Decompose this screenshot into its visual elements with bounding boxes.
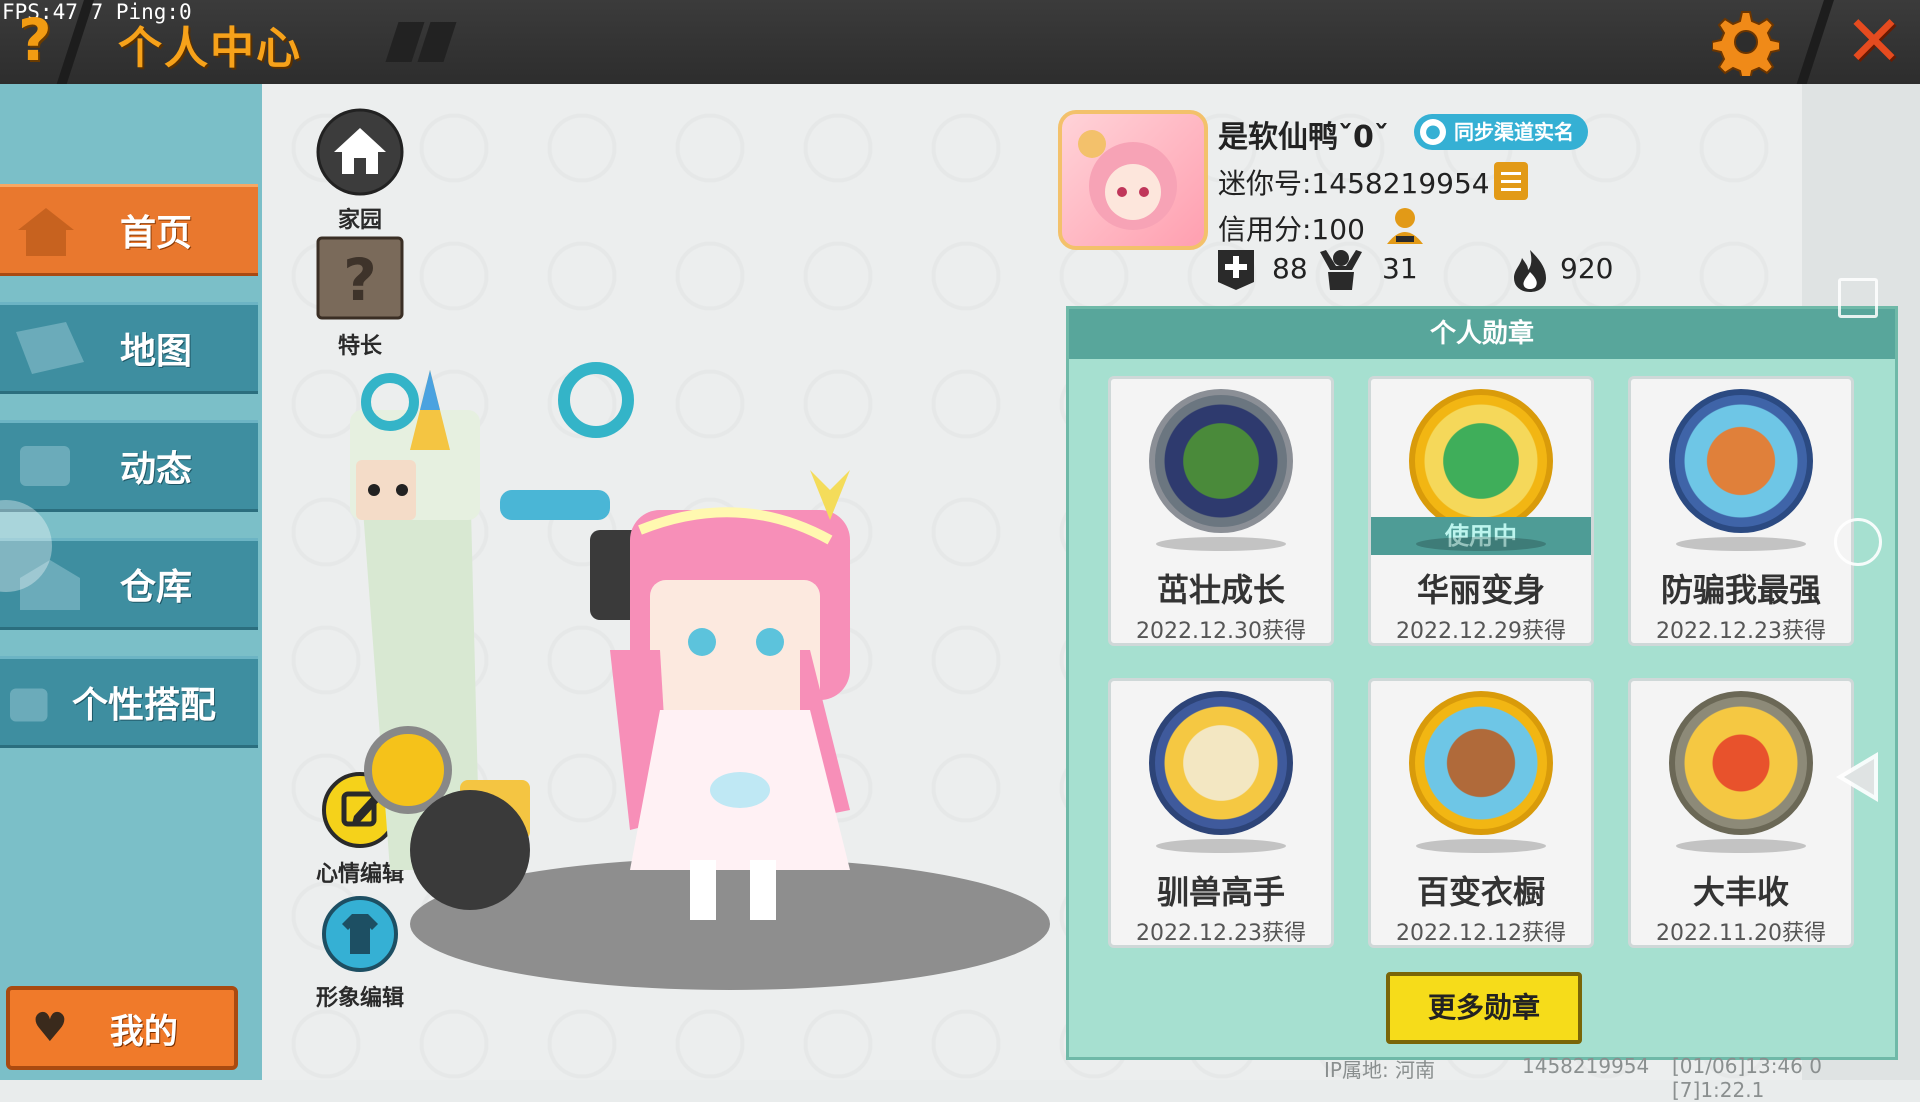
add-count: 88 [1272, 252, 1308, 285]
sync-realname-label: 同步渠道实名 [1454, 120, 1574, 144]
mini-id: 迷你号:1458219954 [1218, 167, 1490, 200]
heat-count: 920 [1560, 252, 1614, 285]
badge-card[interactable]: 百变衣橱 2022.12.12获得 [1368, 678, 1594, 948]
sidebar-item-label: 首页 [120, 213, 193, 254]
badge-date: 2022.12.23获得 [1656, 619, 1826, 644]
page-title: 个人中心 [118, 23, 302, 74]
character-scene[interactable] [330, 350, 1050, 990]
feed-nav-icon [20, 446, 70, 486]
friend-icon[interactable] [1384, 206, 1426, 246]
sidebar-item-label: 仓库 [120, 567, 193, 608]
copy-icon[interactable] [1494, 162, 1528, 200]
recent-apps-icon[interactable] [1838, 278, 1878, 318]
ip-location: IP属地: 河南 [1324, 1058, 1436, 1082]
sidebar: 首页 地图 动态 仓库 个性搭配 [0, 84, 262, 1080]
tamer-medal-icon [1149, 691, 1293, 835]
home-garden-label: 家园 [337, 208, 382, 233]
sprout-medal-icon [1149, 389, 1293, 533]
sidebar-item-label: 个性搭配 [72, 685, 217, 726]
wardrobe-medal-icon [1409, 691, 1553, 835]
top-bar: FPS:47.7 Ping:0 ? 个人中心 ✕ [0, 0, 1920, 88]
footer-timestamp: [01/06]13:46 0 [7]1:22.1 [1672, 1054, 1822, 1102]
badge-name: 防骗我最强 [1660, 571, 1821, 609]
badge-card[interactable]: 茁壮成长 2022.12.30获得 [1108, 376, 1334, 646]
fans-icon[interactable] [1316, 248, 1366, 292]
heat-flame-icon[interactable] [1510, 248, 1550, 292]
home-system-icon[interactable] [1834, 518, 1882, 566]
badge-date: 2022.11.20获得 [1656, 921, 1826, 946]
badge-date: 2022.12.30获得 [1136, 619, 1306, 644]
badge-name: 大丰收 [1692, 873, 1789, 911]
sidebar-item-map[interactable]: 地图 [0, 302, 258, 394]
back-icon[interactable] [1836, 752, 1878, 802]
gear-icon[interactable] [1712, 8, 1780, 76]
player-name: 是软仙鸭ˇ0ˇ [1218, 120, 1389, 155]
medal-shadow [1156, 537, 1286, 551]
house-icon [316, 108, 404, 196]
badge-name: 茁壮成长 [1156, 571, 1285, 609]
home-nav-icon [18, 208, 74, 256]
sidebar-item-label: 动态 [120, 449, 193, 490]
medal-shadow [1156, 839, 1286, 853]
add-friend-icon[interactable] [1216, 248, 1256, 292]
badge-card[interactable]: 大丰收 2022.11.20获得 [1628, 678, 1854, 948]
badge-name: 百变衣橱 [1416, 873, 1545, 911]
medal-shadow [1416, 537, 1546, 551]
badge-card[interactable]: 防骗我最强 2022.12.23获得 [1628, 376, 1854, 646]
badge-card[interactable]: 使用中 华丽变身 2022.12.29获得 [1368, 376, 1594, 646]
badge-panel-title: 个人勋章 [1069, 309, 1895, 359]
credit-score: 信用分:100 [1218, 213, 1365, 246]
sync-realname-badge[interactable]: ● 同步渠道实名 [1414, 114, 1588, 150]
badge-name: 驯兽高手 [1156, 873, 1285, 911]
harvest-medal-icon [1669, 691, 1813, 835]
sidebar-item-home[interactable]: 首页 [0, 184, 258, 276]
user-icon: ● [1420, 119, 1446, 145]
divider [1795, 0, 1835, 88]
question-block-icon: ? [316, 236, 404, 320]
avatar-image [1078, 130, 1177, 230]
dino-medal-icon [1409, 389, 1553, 533]
medal-shadow [1676, 839, 1806, 853]
badge-date: 2022.12.12获得 [1396, 921, 1566, 946]
badge-name: 华丽变身 [1416, 571, 1545, 609]
close-icon[interactable]: ✕ [1840, 6, 1908, 76]
talent-button[interactable]: ? 特长 [314, 234, 406, 360]
footer-uid: 1458219954 [1522, 1054, 1650, 1078]
sidebar-item-outfit[interactable]: 个性搭配 [0, 656, 258, 748]
avatar[interactable] [1058, 110, 1208, 250]
medal-shadow [1676, 537, 1806, 551]
divider [417, 22, 457, 62]
fans-count: 31 [1382, 252, 1418, 285]
map-nav-icon [16, 322, 84, 374]
sidebar-item-label: 地图 [120, 331, 193, 372]
badge-date: 2022.12.23获得 [1136, 921, 1306, 946]
badge-date: 2022.12.29获得 [1396, 619, 1566, 644]
mine-button[interactable]: ♥ 我的 [6, 986, 238, 1070]
medal-shadow [1416, 839, 1546, 853]
heart-icon: ♥ [32, 1005, 68, 1051]
help-icon[interactable]: ? [18, 10, 52, 70]
svg-text:?: ? [343, 246, 377, 314]
mine-label: 我的 [109, 1011, 178, 1052]
sidebar-item-feed[interactable]: 动态 [0, 420, 258, 512]
outfit-nav-icon [10, 688, 48, 722]
home-garden-button[interactable]: 家园 [314, 106, 406, 234]
more-badges-button[interactable]: 更多勋章 [1386, 972, 1582, 1044]
police-medal-icon [1669, 389, 1813, 533]
badge-card[interactable]: 驯兽高手 2022.12.23获得 [1108, 678, 1334, 948]
